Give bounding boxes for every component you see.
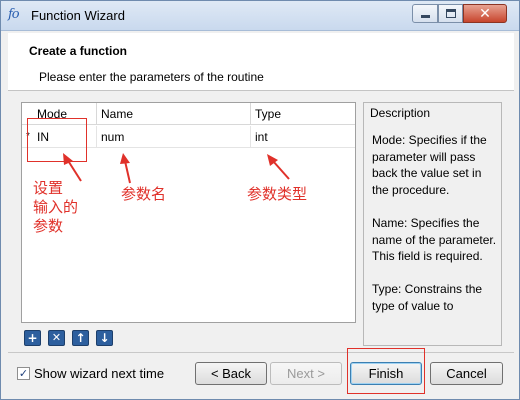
arrow-name-icon <box>120 153 130 164</box>
arrow-mode-icon <box>63 153 73 165</box>
function-wizard-window: fo Function Wizard ✕ Create a function P… <box>0 0 520 400</box>
annotation-name: 参数名 <box>121 185 167 203</box>
annotation-type: 参数类型 <box>247 185 308 203</box>
annotation-mode: 设置 输入的 参数 <box>33 179 79 235</box>
